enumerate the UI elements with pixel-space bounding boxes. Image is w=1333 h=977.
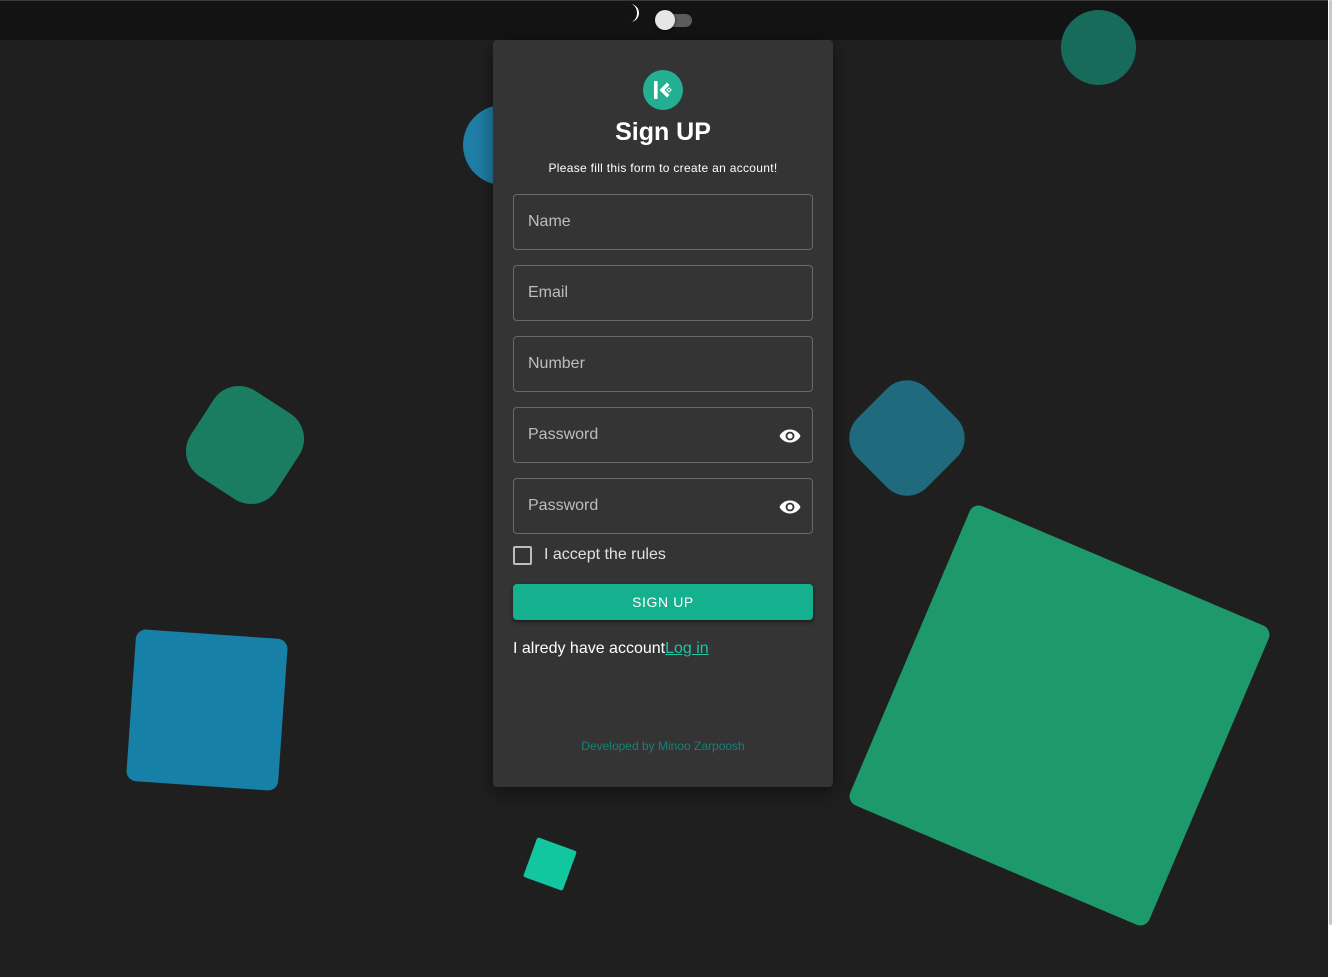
email-input[interactable] — [514, 266, 812, 320]
sign-up-button[interactable]: SIGN UP — [513, 584, 813, 620]
login-link[interactable]: Log in — [665, 640, 709, 657]
signup-page: Sign UP Please fill this form to create … — [0, 0, 1333, 977]
number-input[interactable] — [514, 337, 812, 391]
decorative-rounded-square — [174, 374, 316, 516]
have-account-row: I alredy have accountLog in — [513, 640, 709, 658]
number-field-container — [513, 336, 813, 392]
signup-card: Sign UP Please fill this form to create … — [493, 40, 833, 787]
accept-rules-checkbox[interactable] — [513, 545, 532, 565]
decorative-square — [523, 837, 577, 891]
password-field-container — [513, 407, 813, 463]
name-field-container — [513, 194, 813, 250]
confirm-password-field-container — [513, 478, 813, 534]
eye-icon[interactable] — [778, 424, 802, 448]
kucoin-logo-icon — [643, 70, 683, 110]
scrollbar-thumb[interactable] — [1329, 0, 1332, 925]
scrollbar[interactable] — [1328, 0, 1333, 977]
decorative-circle — [1061, 10, 1136, 85]
accept-rules-label: I accept the rules — [544, 546, 666, 563]
dark-mode-toggle[interactable] — [655, 10, 692, 30]
decorative-rounded-square — [837, 368, 977, 508]
email-field-container — [513, 265, 813, 321]
toggle-thumb[interactable] — [655, 10, 675, 30]
password-input[interactable] — [514, 408, 812, 462]
form-subtitle: Please fill this form to create an accou… — [548, 161, 778, 175]
developer-credit: Developed by Minoo Zarpoosh — [581, 739, 745, 753]
accept-rules-row: I accept the rules — [513, 545, 666, 565]
decorative-square — [846, 502, 1273, 929]
moon-icon — [624, 3, 644, 23]
decorative-square — [125, 628, 289, 792]
form-title: Sign UP — [615, 118, 711, 146]
eye-icon[interactable] — [778, 495, 802, 519]
name-input[interactable] — [514, 195, 812, 249]
have-account-text: I alredy have account — [513, 640, 666, 657]
confirm-password-input[interactable] — [514, 479, 812, 533]
